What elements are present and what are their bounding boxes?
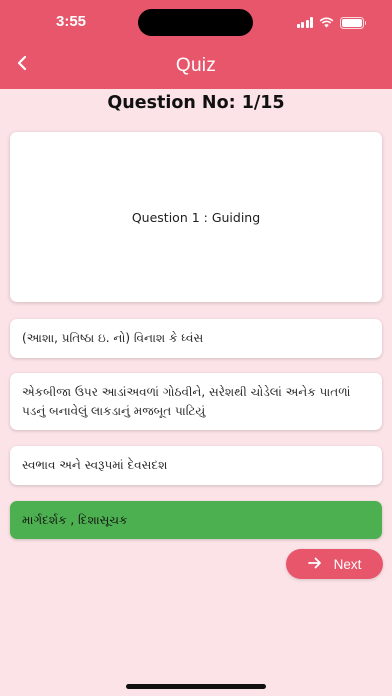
battery-icon — [340, 16, 366, 29]
arrow-right-icon — [307, 557, 322, 572]
option-3[interactable]: સ્વભાવ અને સ્વરૂપમાં દેવસદશ — [10, 446, 382, 485]
option-1[interactable]: (આશા, પ્રતિષ્ઠા ઇ. નો) વિનાશ કે ધ્વંસ — [10, 319, 382, 358]
option-4[interactable]: માર્ગદર્શક , દિશાસૂચક — [10, 501, 382, 539]
option-text: (આશા, પ્રતિષ્ઠા ઇ. નો) વિનાશ કે ધ્વંસ — [22, 331, 204, 345]
status-time: 3:55 — [56, 13, 87, 30]
question-number: Question No: 1/15 — [107, 93, 285, 113]
next-button[interactable]: Next — [286, 549, 383, 579]
wifi-icon — [319, 13, 334, 32]
status-icons — [296, 13, 366, 32]
home-indicator — [126, 684, 266, 689]
app-bar: 3:55 Quiz — [0, 0, 392, 89]
question-card: Question 1 : Guiding — [10, 132, 382, 302]
page-title: Quiz — [175, 55, 217, 76]
next-label: Next — [333, 556, 362, 572]
camera-notch — [138, 9, 253, 36]
question-text: Question 1 : Guiding — [131, 209, 261, 225]
signal-icon — [296, 17, 313, 28]
option-2[interactable]: એકબીજા ઉપર આડાંઅવળાં ગોઠવીને, સરેશથી ચોડ… — [10, 373, 382, 430]
option-text: માર્ગદર્શક , દિશાસૂચક — [22, 512, 128, 527]
option-text: એકબીજા ઉપર આડાંઅવળાં ગોઠવીને, સરેશથી ચોડ… — [22, 384, 351, 418]
option-text: સ્વભાવ અને સ્વરૂપમાં દેવસદશ — [22, 458, 168, 472]
